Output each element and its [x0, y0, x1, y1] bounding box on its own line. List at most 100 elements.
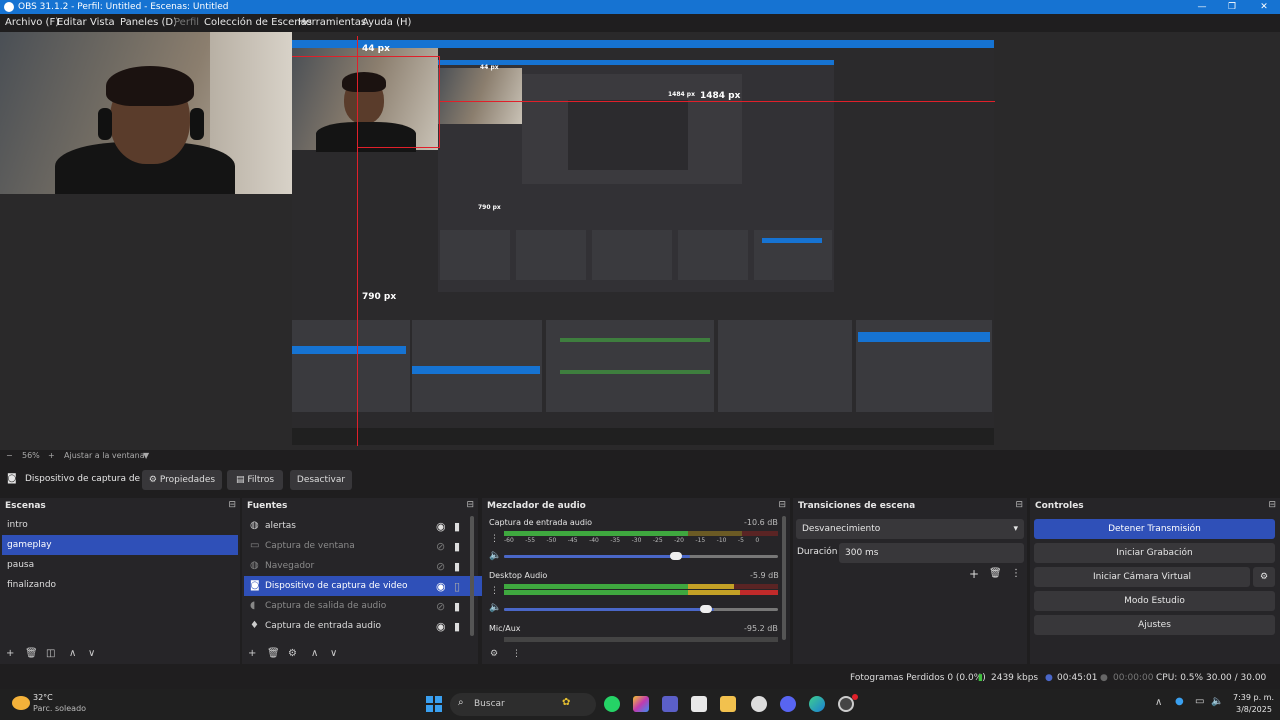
source-item[interactable]: Captura de entrada audio: [244, 616, 489, 636]
add-transition-icon[interactable]: +: [969, 567, 979, 581]
measure-line-horizontal: [357, 147, 440, 148]
lock-icon[interactable]: ▮: [454, 540, 460, 553]
sources-scrollbar[interactable]: [470, 516, 474, 636]
add-scene-icon[interactable]: +: [6, 648, 14, 659]
file-explorer-icon[interactable]: [720, 696, 736, 712]
settings-button[interactable]: Ajustes: [1034, 615, 1275, 635]
edge-icon[interactable]: [809, 696, 825, 712]
virtual-camera-settings-button[interactable]: ⚙: [1253, 567, 1275, 587]
source-properties-icon[interactable]: ⚙: [288, 648, 297, 659]
remove-scene-icon[interactable]: 🗑: [25, 648, 38, 659]
menu-coleccion-escenas[interactable]: Colección de Escenas: [204, 17, 312, 28]
mixer-menu-icon[interactable]: ⋮: [512, 649, 521, 659]
channel-menu-icon[interactable]: ⋮: [490, 586, 499, 596]
speaker-icon[interactable]: 🔈: [489, 550, 501, 561]
source-item[interactable]: Captura de salida de audio: [244, 596, 489, 616]
scene-filters-icon[interactable]: ◫: [46, 648, 55, 659]
move-down-icon[interactable]: ∨: [88, 648, 95, 659]
scene-item[interactable]: intro: [2, 515, 238, 535]
lock-icon[interactable]: ▮: [454, 560, 460, 573]
scene-item[interactable]: finalizando: [2, 575, 238, 595]
nested-titlebar: [292, 40, 994, 48]
hidden-eye-icon[interactable]: ⊘: [436, 600, 445, 613]
maximize-button[interactable]: ❐: [1220, 0, 1244, 14]
properties-button[interactable]: ⚙ Propiedades: [142, 470, 222, 490]
dock-menu-icon[interactable]: ⊟: [228, 500, 236, 510]
deactivate-button[interactable]: Desactivar: [290, 470, 352, 490]
studio-mode-button[interactable]: Modo Estudio: [1034, 591, 1275, 611]
mixer-settings-icon[interactable]: ⚙: [490, 649, 498, 659]
network-icon[interactable]: ▭: [1195, 696, 1204, 707]
channel-menu-icon[interactable]: ⋮: [490, 534, 499, 544]
move-down-icon[interactable]: ∨: [330, 648, 337, 659]
source-item[interactable]: Navegador: [244, 556, 489, 576]
transition-select[interactable]: Desvanecimiento ▾: [796, 519, 1024, 539]
source-item-selected[interactable]: Dispositivo de captura de video: [244, 576, 489, 596]
bitrate: 2439 kbps: [991, 673, 1039, 683]
visibility-eye-icon[interactable]: ◉: [436, 520, 446, 533]
source-item[interactable]: Captura de ventana: [244, 536, 489, 556]
gear-icon: ⚙: [148, 475, 160, 485]
mixer-scrollbar[interactable]: [782, 516, 786, 640]
menu-vista[interactable]: Vista: [90, 17, 115, 28]
duration-input[interactable]: 300 ms: [839, 543, 1024, 563]
db-scale: -60 -55 -50 -45 -40 -35 -30 -25 -20 -15 …: [504, 537, 760, 544]
filters-button[interactable]: ▤ Filtros: [227, 470, 283, 490]
source-item[interactable]: alertas: [244, 516, 489, 536]
nested-measure-right: 1484 px: [668, 91, 695, 98]
lock-icon[interactable]: ▮: [454, 600, 460, 613]
dock-menu-icon[interactable]: ⊟: [1268, 500, 1276, 510]
menu-perfil[interactable]: Perfil: [174, 17, 199, 28]
volume-knob[interactable]: [670, 552, 682, 560]
zoom-in-button[interactable]: +: [48, 451, 55, 460]
remove-transition-icon[interactable]: 🗑: [989, 568, 1002, 579]
minimize-button[interactable]: —: [1190, 0, 1214, 14]
start-virtual-camera-button[interactable]: Iniciar Cámara Virtual: [1034, 567, 1250, 587]
scene-item[interactable]: pausa: [2, 555, 238, 575]
dock-menu-icon[interactable]: ⊟: [466, 500, 474, 510]
menu-archivo[interactable]: Archivo (F): [5, 17, 59, 28]
visibility-eye-icon[interactable]: ◉: [436, 580, 446, 593]
move-up-icon[interactable]: ∧: [69, 648, 76, 659]
volume-knob[interactable]: [700, 605, 712, 613]
unlock-icon[interactable]: ▯: [454, 580, 460, 593]
dock-menu-icon[interactable]: ⊟: [778, 500, 786, 510]
menu-editar[interactable]: Editar: [57, 17, 87, 28]
webcam-video[interactable]: [0, 32, 292, 194]
dock-menu-icon[interactable]: ⊟: [1015, 500, 1023, 510]
camera-icon: ◙: [250, 580, 260, 591]
whatsapp-icon[interactable]: [604, 696, 620, 712]
chevron-up-icon[interactable]: ∧: [1155, 697, 1162, 708]
hidden-eye-icon[interactable]: ⊘: [436, 540, 445, 553]
hidden-eye-icon[interactable]: ⊘: [436, 560, 445, 573]
remove-source-icon[interactable]: 🗑: [267, 648, 280, 659]
stop-stream-button[interactable]: Detener Transmisión: [1034, 519, 1275, 539]
window-capture-icon: ▭: [250, 540, 260, 551]
notion-icon[interactable]: [691, 696, 707, 712]
visibility-eye-icon[interactable]: ◉: [436, 620, 446, 633]
close-button[interactable]: ✕: [1252, 0, 1276, 14]
copilot-icon[interactable]: [633, 696, 649, 712]
teams-icon[interactable]: [662, 696, 678, 712]
scene-item-selected[interactable]: gameplay: [2, 535, 238, 555]
lock-icon[interactable]: ▮: [454, 620, 460, 633]
menu-herramientas[interactable]: Herramientas: [298, 17, 366, 28]
add-source-icon[interactable]: +: [248, 648, 256, 659]
zoom-dropdown-icon[interactable]: ▼: [143, 451, 149, 460]
menu-paneles[interactable]: Paneles (D): [120, 17, 177, 28]
taskbar-search[interactable]: ⌕ Buscar ✿: [450, 693, 596, 716]
windows-start-icon[interactable]: [426, 696, 442, 712]
move-up-icon[interactable]: ∧: [311, 648, 318, 659]
start-recording-button[interactable]: Iniciar Grabación: [1034, 543, 1275, 563]
discord-icon[interactable]: [780, 696, 796, 712]
obs-taskbar-icon[interactable]: [751, 696, 767, 712]
lock-icon[interactable]: ▮: [454, 520, 460, 533]
speaker-icon[interactable]: 🔈: [489, 602, 501, 613]
sources-title: Fuentes: [247, 501, 288, 511]
transition-menu-icon[interactable]: ⋮: [1011, 568, 1021, 579]
weather-icon: [12, 696, 30, 710]
channel-db: -95.2 dB: [744, 624, 778, 633]
menu-ayuda[interactable]: Ayuda (H): [362, 17, 411, 28]
zoom-out-button[interactable]: −: [6, 451, 13, 460]
volume-icon[interactable]: 🔈: [1211, 696, 1223, 707]
